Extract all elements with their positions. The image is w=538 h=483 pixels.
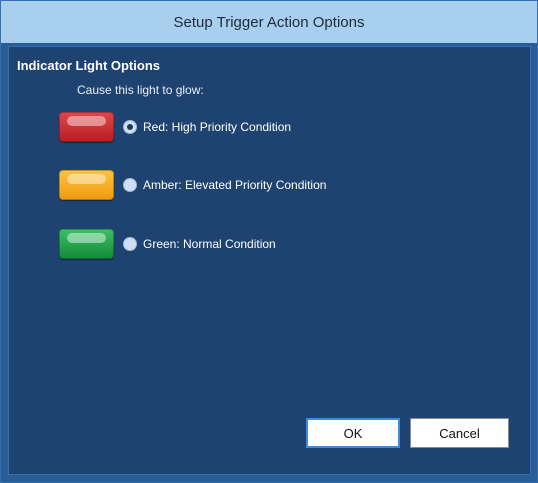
option-green[interactable]: Green: Normal Condition — [59, 228, 276, 260]
radio-amber[interactable] — [123, 178, 137, 192]
red-light-icon — [59, 112, 114, 142]
cancel-button[interactable]: Cancel — [410, 418, 509, 448]
option-red-label[interactable]: Red: High Priority Condition — [143, 120, 291, 134]
cause-label: Cause this light to glow: — [77, 83, 204, 97]
dialog-window: Setup Trigger Action Options Indicator L… — [0, 0, 538, 483]
radio-green[interactable] — [123, 237, 137, 251]
option-red[interactable]: Red: High Priority Condition — [59, 111, 291, 143]
title-bar[interactable]: Setup Trigger Action Options — [1, 1, 537, 43]
option-amber-label[interactable]: Amber: Elevated Priority Condition — [143, 178, 326, 192]
option-amber[interactable]: Amber: Elevated Priority Condition — [59, 169, 326, 201]
option-green-label[interactable]: Green: Normal Condition — [143, 237, 276, 251]
amber-light-icon — [59, 170, 114, 200]
group-title: Indicator Light Options — [17, 58, 160, 73]
radio-red[interactable] — [123, 120, 137, 134]
green-light-icon — [59, 229, 114, 259]
ok-button[interactable]: OK — [306, 418, 400, 448]
window-title: Setup Trigger Action Options — [173, 13, 365, 31]
